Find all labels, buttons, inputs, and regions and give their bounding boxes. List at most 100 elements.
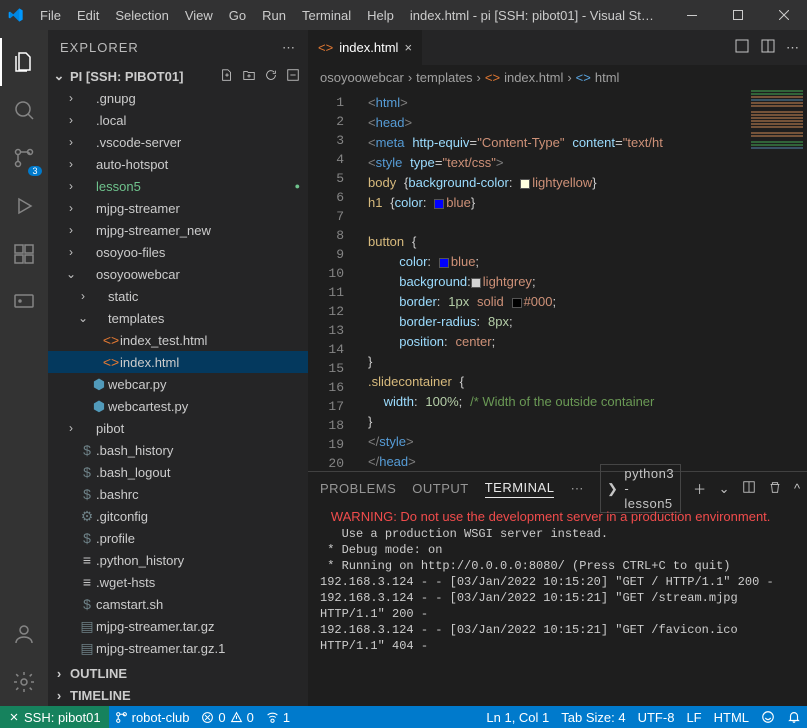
sidebar-header: EXPLORER ⋯: [48, 30, 308, 65]
folder-item[interactable]: ›mjpg-streamer: [48, 197, 308, 219]
folder-item[interactable]: ›lesson5 ●: [48, 175, 308, 197]
file-item[interactable]: <>index_test.html: [48, 329, 308, 351]
activity-account[interactable]: [0, 610, 48, 658]
activity-extensions[interactable]: [0, 230, 48, 278]
menu-run[interactable]: Run: [254, 8, 294, 23]
crumb-item[interactable]: html: [595, 70, 620, 85]
activity-search[interactable]: [0, 86, 48, 134]
menu-terminal[interactable]: Terminal: [294, 8, 359, 23]
window-title: index.html - pi [SSH: pibot01] - Visual …: [402, 8, 669, 23]
html-file-icon: <>: [318, 40, 333, 55]
minimap[interactable]: [747, 89, 807, 471]
breadcrumb[interactable]: osoyoowebcar› templates› <>index.html› <…: [308, 65, 807, 89]
tab-close-icon[interactable]: ×: [404, 40, 412, 55]
split-editor-right-icon[interactable]: [760, 38, 776, 57]
folder-item[interactable]: ›pibot: [48, 417, 308, 439]
status-problems[interactable]: 0 0: [195, 706, 259, 728]
file-item[interactable]: $.profile: [48, 527, 308, 549]
line-gutter: 1234567891011121314151617181920: [308, 89, 360, 471]
file-item[interactable]: ≡.wget-hsts: [48, 571, 308, 593]
collapse-icon[interactable]: [286, 68, 300, 85]
title-bar: File Edit Selection View Go Run Terminal…: [0, 0, 807, 30]
folder-item[interactable]: ›static: [48, 285, 308, 307]
status-cursor[interactable]: Ln 1, Col 1: [480, 706, 555, 728]
split-terminal-icon[interactable]: [742, 480, 756, 497]
tab-label: index.html: [339, 40, 398, 55]
activity-settings[interactable]: [0, 658, 48, 706]
menu-edit[interactable]: Edit: [69, 8, 107, 23]
minimize-button[interactable]: [669, 0, 715, 30]
terminal-output[interactable]: WARNING: Do not use the development serv…: [308, 505, 807, 706]
maximize-panel-icon[interactable]: ^: [794, 481, 801, 496]
file-item[interactable]: $.bash_history: [48, 439, 308, 461]
activity-remote[interactable]: [0, 278, 48, 326]
new-terminal-icon[interactable]: ＋: [693, 479, 707, 498]
menu-view[interactable]: View: [177, 8, 221, 23]
file-item[interactable]: ⬢webcar.py: [48, 373, 308, 395]
tab-problems[interactable]: PROBLEMS: [320, 481, 396, 496]
file-item[interactable]: ▤mjpg-streamer.tar.gz: [48, 615, 308, 637]
status-eol[interactable]: LF: [680, 706, 707, 728]
status-encoding[interactable]: UTF-8: [632, 706, 681, 728]
tab-bar: <> index.html × ⋯: [308, 30, 807, 65]
sidebar: EXPLORER ⋯ ⌄ PI [SSH: PIBOT01] ›.gnupg›.…: [48, 30, 308, 706]
new-file-icon[interactable]: [220, 68, 234, 85]
status-ports[interactable]: 1: [260, 706, 296, 728]
status-language[interactable]: HTML: [708, 706, 755, 728]
kill-terminal-icon[interactable]: [768, 480, 782, 497]
menu-help[interactable]: Help: [359, 8, 402, 23]
vscode-logo-icon: [0, 7, 32, 23]
maximize-button[interactable]: [715, 0, 761, 30]
menu-go[interactable]: Go: [221, 8, 254, 23]
code-area[interactable]: <html> <head> <meta http-equiv="Content-…: [360, 89, 747, 471]
refresh-icon[interactable]: [264, 68, 278, 85]
split-editor-icon[interactable]: [734, 38, 750, 57]
file-item[interactable]: ⚙.gitconfig: [48, 505, 308, 527]
folder-item[interactable]: ⌄templates: [48, 307, 308, 329]
status-remote[interactable]: SSH: pibot01: [0, 706, 109, 728]
new-folder-icon[interactable]: [242, 68, 256, 85]
outline-section[interactable]: › OUTLINE: [48, 662, 308, 684]
folder-item[interactable]: ›.local: [48, 109, 308, 131]
tab-index-html[interactable]: <> index.html ×: [308, 30, 423, 65]
file-item[interactable]: <>index.html: [48, 351, 308, 373]
file-item[interactable]: ≡.python_history: [48, 549, 308, 571]
activity-source-control[interactable]: 3: [0, 134, 48, 182]
folder-item[interactable]: ›.gnupg: [48, 87, 308, 109]
menu-file[interactable]: File: [32, 8, 69, 23]
menu-bar: File Edit Selection View Go Run Terminal…: [32, 8, 402, 23]
status-bar: SSH: pibot01 robot-club 0 0 1 Ln 1, Col …: [0, 706, 807, 728]
file-item[interactable]: $.bash_logout: [48, 461, 308, 483]
panel-more-icon[interactable]: ⋯: [570, 481, 584, 497]
folder-item[interactable]: ›.vscode-server: [48, 131, 308, 153]
panel: PROBLEMS OUTPUT TERMINAL ⋯ ❯ python3 - l…: [308, 471, 807, 706]
timeline-section[interactable]: › TIMELINE: [48, 684, 308, 706]
status-branch[interactable]: robot-club: [109, 706, 196, 728]
sidebar-more-icon[interactable]: ⋯: [282, 40, 296, 56]
editor-more-icon[interactable]: ⋯: [786, 40, 799, 56]
folder-item[interactable]: ⌄osoyoowebcar: [48, 263, 308, 285]
file-item[interactable]: $camstart.sh: [48, 593, 308, 615]
file-item[interactable]: ⬢webcartest.py: [48, 395, 308, 417]
crumb-item[interactable]: templates: [416, 70, 472, 85]
folder-item[interactable]: ›osoyoo-files: [48, 241, 308, 263]
file-item[interactable]: ▤mjpg-streamer.tar.gz.1: [48, 637, 308, 659]
folder-item[interactable]: ›auto-hotspot: [48, 153, 308, 175]
activity-run-debug[interactable]: [0, 182, 48, 230]
crumb-item[interactable]: osoyoowebcar: [320, 70, 404, 85]
status-indent[interactable]: Tab Size: 4: [555, 706, 631, 728]
status-bell-icon[interactable]: [781, 706, 807, 728]
tab-output[interactable]: OUTPUT: [412, 481, 468, 496]
tab-terminal[interactable]: TERMINAL: [485, 480, 555, 498]
crumb-item[interactable]: index.html: [504, 70, 563, 85]
folder-item[interactable]: ›mjpg-streamer_new: [48, 219, 308, 241]
status-feedback-icon[interactable]: [755, 706, 781, 728]
activity-explorer[interactable]: [0, 38, 48, 86]
explorer-root-header[interactable]: ⌄ PI [SSH: PIBOT01]: [48, 65, 308, 87]
close-button[interactable]: [761, 0, 807, 30]
menu-selection[interactable]: Selection: [107, 8, 176, 23]
file-tree[interactable]: ›.gnupg›.local›.vscode-server›auto-hotsp…: [48, 87, 308, 662]
terminal-dropdown-icon[interactable]: ⌄: [719, 481, 730, 497]
sidebar-title: EXPLORER: [60, 40, 282, 55]
file-item[interactable]: $.bashrc: [48, 483, 308, 505]
